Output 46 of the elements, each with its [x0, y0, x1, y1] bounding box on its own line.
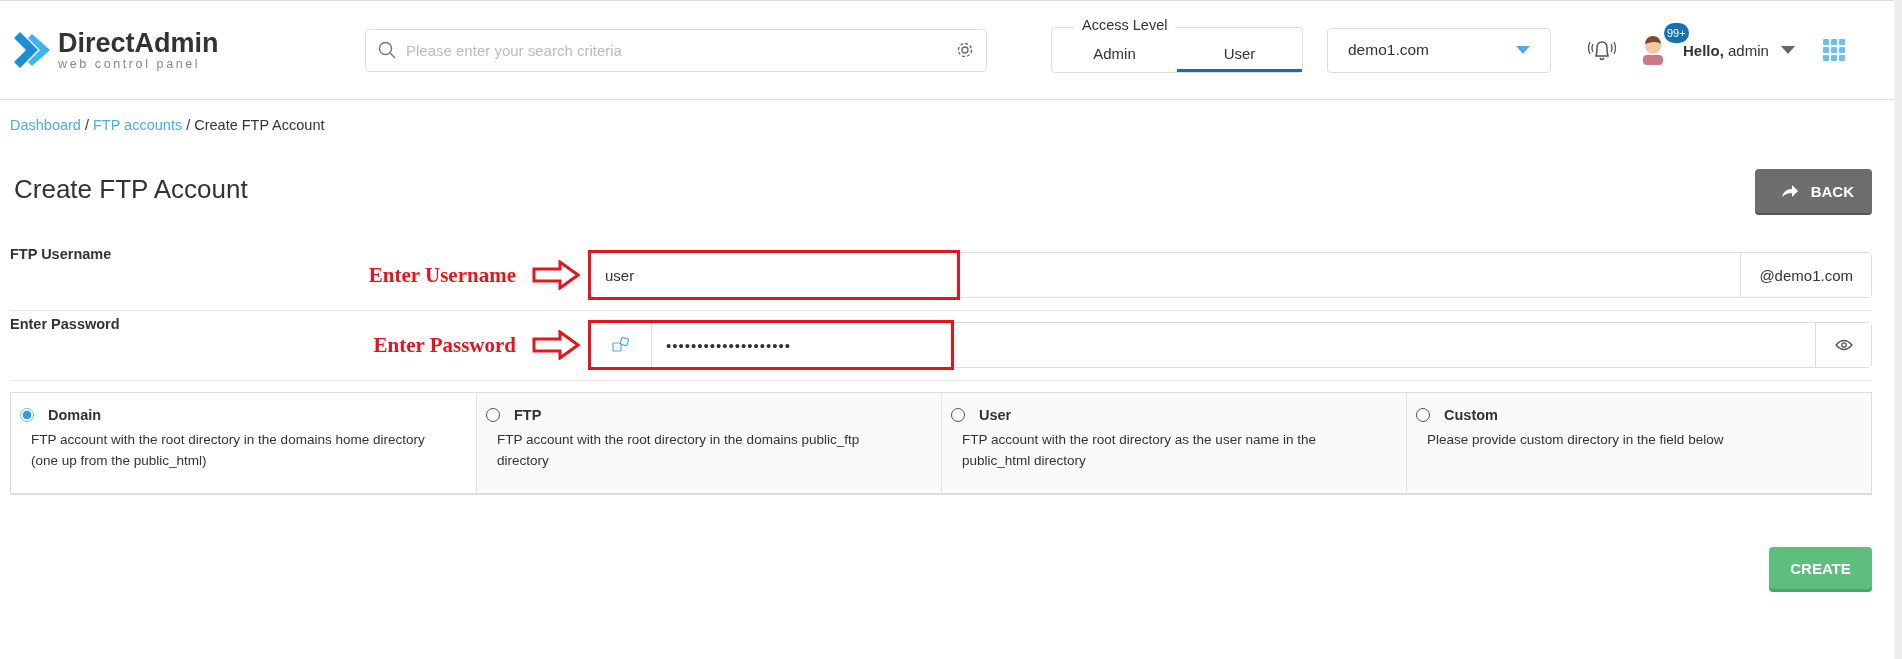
breadcrumb-separator: / — [186, 117, 191, 133]
search-icon — [378, 41, 396, 59]
back-button[interactable]: BACK — [1754, 169, 1872, 213]
radio-button[interactable] — [20, 408, 34, 422]
field-label: Enter Password — [10, 316, 120, 332]
search-bar[interactable]: Please enter your search criteria — [365, 28, 987, 72]
settings-icon[interactable] — [956, 41, 974, 59]
caret-icon — [1516, 46, 1530, 54]
logo-icon — [12, 30, 52, 70]
username-field[interactable]: user — [591, 253, 957, 297]
username-input-group[interactable]: user @demo1.com — [590, 252, 1872, 298]
show-password-button[interactable] — [1815, 323, 1871, 367]
annotation-arrow-icon — [532, 330, 580, 360]
eye-icon — [1834, 339, 1853, 351]
annotation-text: Enter Username — [368, 262, 516, 288]
option-description: FTP account with the root directory in the domains home directory (one up from the public_html) — [31, 431, 426, 470]
logo-name: DirectAdmin — [58, 29, 219, 57]
notification-badge: 99+ — [1664, 23, 1689, 43]
search-field[interactable]: Please enter your search criteria — [404, 40, 948, 60]
avatar-icon[interactable] — [1643, 35, 1663, 65]
option-label[interactable]: FTP — [514, 407, 542, 423]
password-input-group[interactable]: •••••••••••••••••••• — [590, 322, 1872, 368]
logo-tagline: web control panel — [58, 56, 202, 71]
domain-select[interactable]: demo1.com — [1327, 27, 1551, 73]
breadcrumb-current: Create FTP Account — [194, 117, 325, 133]
page-title: Create FTP Account — [14, 173, 248, 205]
option-description: FTP account with the root directory as the user name in the public_html directory — [962, 431, 1317, 470]
access-level-legend: Access Level — [1074, 17, 1176, 33]
password-field[interactable]: •••••••••••••••••••• — [651, 323, 951, 367]
access-tab[interactable]: User — [1177, 38, 1302, 72]
annotation-text: Enter Password — [373, 332, 516, 358]
dice-icon — [612, 337, 630, 353]
option-description: FTP account with the root directory in the domains public_ftp directory — [497, 431, 861, 470]
domain-suffix: @demo1.com — [1740, 253, 1871, 297]
access-tab[interactable]: Admin — [1052, 38, 1177, 72]
forward-arrow-icon — [1780, 184, 1799, 198]
annotation-arrow-icon — [532, 260, 580, 290]
caret-icon[interactable] — [1780, 46, 1795, 54]
field-label: FTP Username — [10, 246, 112, 262]
breadcrumb-separator: / — [84, 117, 89, 133]
highlight-box[interactable]: •••••••••••••••••••• — [588, 320, 954, 370]
option-label[interactable]: User — [979, 407, 1012, 423]
option-description: Please provide custom directory in the field below — [1427, 431, 1725, 449]
user-greeting[interactable]: Hello, admin — [1683, 41, 1769, 59]
option-label[interactable]: Domain — [48, 407, 102, 423]
option-label[interactable]: Custom — [1444, 407, 1498, 423]
